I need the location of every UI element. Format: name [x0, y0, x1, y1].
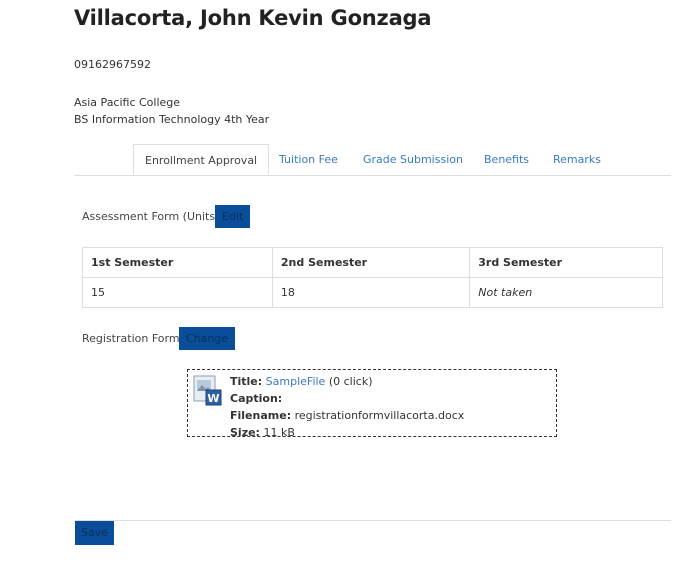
- table-row: 15 18 Not taken: [82, 277, 663, 308]
- semester-units-table: 1st Semester 2nd Semester 3rd Semester 1…: [82, 247, 663, 308]
- file-title-link[interactable]: SampleFile: [266, 375, 326, 388]
- tab-enrollment-approval[interactable]: Enrollment Approval: [133, 144, 270, 175]
- attached-file-card: W Title: SampleFile (0 click) Caption: F…: [187, 369, 557, 439]
- student-name: Villacorta, John Kevin Gonzaga: [74, 6, 432, 30]
- file-click-count: (0 click): [328, 375, 373, 388]
- tab-grade-submission[interactable]: Grade Submission: [363, 144, 463, 175]
- header-1st-semester: 1st Semester: [82, 247, 273, 278]
- registration-form-label: Registration Form: [82, 332, 180, 345]
- change-button[interactable]: Change: [179, 327, 236, 350]
- footer-divider: [74, 520, 671, 521]
- tab-benefits[interactable]: Benefits: [484, 144, 529, 175]
- file-filename-value: registrationformvillacorta.docx: [294, 409, 465, 422]
- tab-remarks[interactable]: Remarks: [553, 144, 601, 175]
- student-phone: 09162967592: [74, 58, 151, 71]
- assessment-form-label: Assessment Form (Units): [82, 210, 220, 223]
- table-header-row: 1st Semester 2nd Semester 3rd Semester: [82, 247, 663, 278]
- value-2nd-semester: 18: [271, 277, 471, 308]
- file-filename-label: Filename:: [230, 409, 292, 422]
- file-title-row: Title: SampleFile (0 click): [230, 373, 464, 390]
- file-size-value: 11 kB: [263, 426, 295, 439]
- value-3rd-semester: Not taken: [469, 277, 663, 308]
- save-button[interactable]: Save: [75, 521, 115, 545]
- word-document-icon: W: [193, 375, 222, 406]
- file-size-row: Size: 11 kB: [230, 424, 464, 441]
- value-1st-semester: 15: [82, 277, 273, 308]
- student-school-info: Asia Pacific College BS Information Tech…: [74, 94, 269, 128]
- file-title-label: Title:: [230, 375, 263, 388]
- edit-button[interactable]: Edit: [215, 205, 251, 228]
- svg-text:W: W: [207, 392, 219, 405]
- school-name: Asia Pacific College: [74, 96, 181, 109]
- tab-tuition-fee[interactable]: Tuition Fee: [279, 144, 338, 175]
- header-2nd-semester: 2nd Semester: [271, 247, 471, 278]
- program-name: BS Information Technology 4th Year: [74, 113, 270, 126]
- file-size-label: Size:: [230, 426, 260, 439]
- file-filename-row: Filename: registrationformvillacorta.doc…: [230, 407, 464, 424]
- file-caption-label: Caption:: [230, 392, 283, 405]
- file-caption-row: Caption:: [230, 390, 464, 407]
- header-3rd-semester: 3rd Semester: [469, 247, 663, 278]
